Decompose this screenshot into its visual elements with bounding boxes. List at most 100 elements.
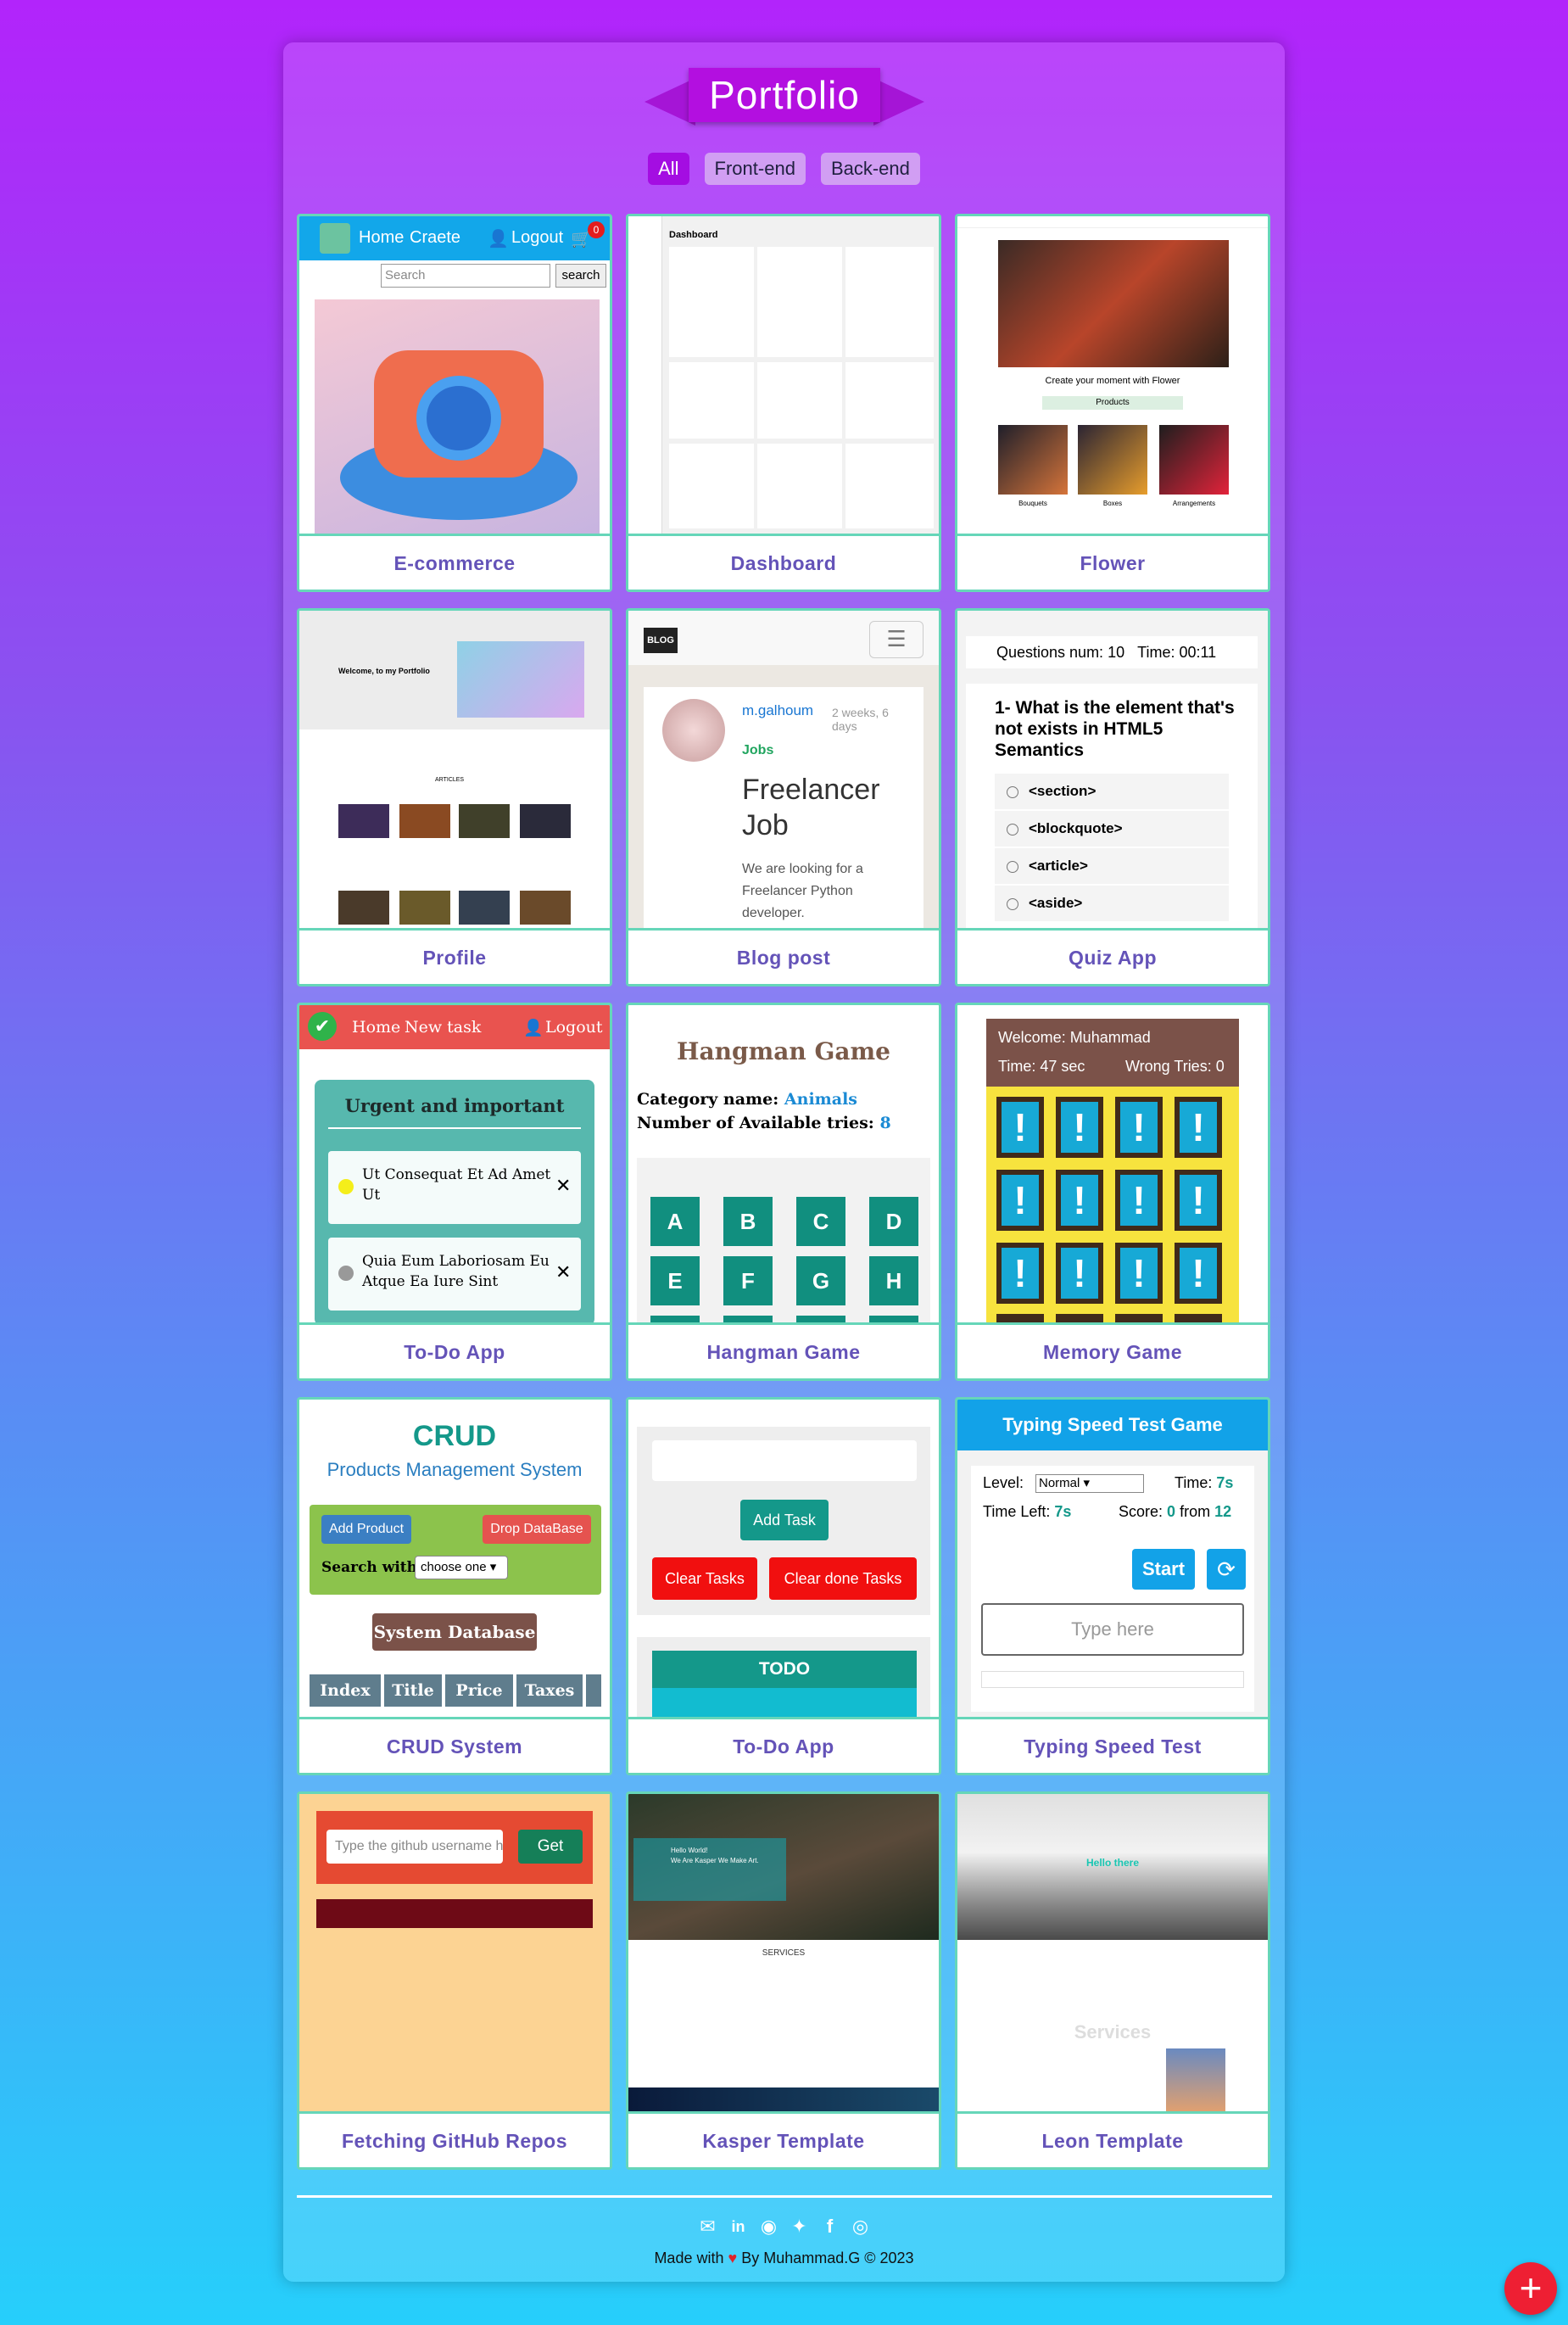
memory-tile[interactable]: ! [996, 1170, 1044, 1231]
cart-badge: 0 [588, 221, 605, 238]
todo-home-link[interactable]: Home [352, 1018, 400, 1037]
table-header: Price [445, 1674, 515, 1707]
memory-tile[interactable]: ! [1115, 1170, 1163, 1231]
letter-button[interactable]: D [869, 1197, 918, 1246]
letter-button[interactable]: F [723, 1256, 773, 1305]
blog-tag[interactable]: Jobs [742, 743, 773, 758]
project-card-crud[interactable]: CRUD Products Management System Add Prod… [297, 1397, 612, 1775]
project-card-kasper[interactable]: Hello World! We Are Kasper We Make Art. … [626, 1791, 941, 2170]
memory-tile[interactable]: ! [1175, 1243, 1222, 1304]
project-title: To-Do App [299, 1322, 610, 1378]
letter-button[interactable]: B [723, 1197, 773, 1246]
instagram-icon[interactable]: ◎ [850, 2216, 872, 2238]
memory-tile[interactable]: ! [996, 1097, 1044, 1158]
ecom-search-input[interactable]: Search [381, 264, 550, 288]
user-icon: 👤 [488, 230, 509, 249]
project-title: Quiz App [957, 928, 1268, 984]
memory-info-bar: Welcome: Muhammad Time: 47 sec Wrong Tri… [986, 1019, 1239, 1087]
radio-icon[interactable] [1007, 786, 1018, 798]
heart-icon: ♥ [728, 2250, 738, 2266]
memory-tile[interactable]: ! [1175, 1170, 1222, 1231]
start-button[interactable]: Start [1132, 1549, 1195, 1590]
project-card-profile[interactable]: Welcome, to my Portfolio ARTICLES Profil… [297, 608, 612, 986]
close-icon[interactable]: ✕ [555, 1175, 571, 1197]
filter-back-end[interactable]: Back-end [820, 153, 920, 185]
typing-title: Typing Speed Test Game [957, 1400, 1268, 1450]
project-card-github[interactable]: Type the github username h Get Fetching … [297, 1791, 612, 2170]
quiz-info: Questions num: 10 Time: 00:11 [966, 636, 1258, 668]
memory-tile[interactable]: ! [1056, 1170, 1103, 1231]
letter-button[interactable]: A [650, 1197, 700, 1246]
radio-icon[interactable] [1007, 898, 1018, 910]
add-task-button[interactable]: Add Task [740, 1500, 829, 1540]
radio-icon[interactable] [1007, 861, 1018, 873]
clear-tasks-button[interactable]: Clear Tasks [652, 1557, 757, 1600]
memory-tile[interactable]: ! [1056, 1097, 1103, 1158]
ecom-search-button[interactable]: search [555, 264, 606, 288]
project-card-typing[interactable]: Typing Speed Test Game Level: Normal ▾ T… [955, 1397, 1270, 1775]
memory-tile[interactable]: ! [1056, 1243, 1103, 1304]
quiz-option[interactable]: <aside> [995, 886, 1229, 921]
refresh-icon[interactable]: ⟳ [1207, 1549, 1246, 1590]
linkedin-icon[interactable]: in [728, 2216, 750, 2238]
get-repos-button[interactable]: Get [518, 1830, 583, 1864]
kasper-sub: We Are Kasper We Make Art. [671, 1857, 759, 1864]
project-card-hangman[interactable]: Hangman Game Category name: Animals Numb… [626, 1003, 941, 1381]
memory-tile[interactable]: ! [1115, 1243, 1163, 1304]
radio-icon[interactable] [1007, 824, 1018, 836]
filter-all[interactable]: All [648, 153, 689, 185]
email-icon[interactable]: ✉ [697, 2216, 719, 2238]
thumb-quiz: Questions num: 10 Time: 00:11 1- What is… [957, 611, 1268, 928]
twitter-icon[interactable]: ✦ [789, 2216, 811, 2238]
memory-tile[interactable]: ! [1175, 1097, 1222, 1158]
flower-tagline: Create your moment with Flower [1045, 376, 1180, 386]
typing-input[interactable]: Type here [981, 1603, 1244, 1656]
letter-button[interactable]: H [869, 1256, 918, 1305]
project-card-quiz[interactable]: Questions num: 10 Time: 00:11 1- What is… [955, 608, 1270, 986]
project-card-todo-2[interactable]: Add Task Clear Tasks Clear done Tasks TO… [626, 1397, 941, 1775]
leon-services: Services [1074, 2021, 1152, 2043]
add-button[interactable]: + [1504, 2262, 1557, 2315]
github-username-input[interactable]: Type the github username h [326, 1830, 503, 1864]
github-icon[interactable]: ◉ [758, 2216, 780, 2238]
letter-button[interactable]: G [796, 1256, 845, 1305]
clear-done-tasks-button[interactable]: Clear done Tasks [769, 1557, 917, 1600]
project-card-todo[interactable]: ✔ Home New task 👤 Logout Urgent and impo… [297, 1003, 612, 1381]
ecom-logout-link[interactable]: Logout [511, 228, 563, 248]
memory-time: Time: 47 sec [998, 1058, 1085, 1075]
project-title: To-Do App [628, 1717, 939, 1773]
hangman-tries: 8 [879, 1114, 891, 1132]
drop-database-button[interactable]: Drop DataBase [483, 1515, 591, 1544]
quiz-option[interactable]: <section> [995, 774, 1229, 809]
project-card-blog[interactable]: BLOG ☰ m.galhoum 2 weeks, 6 days Jobs Fr… [626, 608, 941, 986]
quiz-option[interactable]: <article> [995, 848, 1229, 884]
facebook-icon[interactable]: f [819, 2216, 841, 2238]
add-product-button[interactable]: Add Product [321, 1515, 411, 1544]
blog-author[interactable]: m.galhoum [742, 702, 813, 719]
memory-tile[interactable]: ! [1115, 1097, 1163, 1158]
letter-button[interactable]: C [796, 1197, 845, 1246]
thumb-flower: Create your moment with Flower Products … [957, 216, 1268, 534]
quiz-option[interactable]: <blockquote> [995, 811, 1229, 847]
social-links: ✉ in ◉ ✦ f ◎ [0, 2216, 1568, 2238]
crud-db-heading: System Database [372, 1613, 537, 1651]
hamburger-menu-icon[interactable]: ☰ [869, 621, 924, 658]
ecom-create-link[interactable]: Craete [410, 228, 460, 248]
todo-input[interactable] [652, 1440, 917, 1481]
project-card-leon[interactable]: Hello there Services Leon Template [955, 1791, 1270, 2170]
letter-button[interactable]: E [650, 1256, 700, 1305]
thumb-typing: Typing Speed Test Game Level: Normal ▾ T… [957, 1400, 1268, 1717]
ecom-home-link[interactable]: Home [359, 228, 404, 248]
typing-level-select[interactable]: Normal ▾ [1035, 1474, 1144, 1493]
close-icon[interactable]: ✕ [555, 1261, 571, 1283]
project-card-flower[interactable]: Create your moment with Flower Products … [955, 214, 1270, 592]
project-card-dashboard[interactable]: Dashboard Dashboard [626, 214, 941, 592]
project-card-ecommerce[interactable]: Home Craete 👤 Logout 🛒 0 Search search E… [297, 214, 612, 592]
project-card-memory[interactable]: Welcome: Muhammad Time: 47 sec Wrong Tri… [955, 1003, 1270, 1381]
todo-logout-link[interactable]: Logout [545, 1018, 603, 1037]
crud-search-select[interactable]: choose one ▾ [415, 1556, 508, 1579]
filter-front-end[interactable]: Front-end [704, 153, 806, 185]
todo-new-task-link[interactable]: New task [405, 1018, 481, 1037]
memory-tile[interactable]: ! [996, 1243, 1044, 1304]
memory-welcome: Welcome: Muhammad [998, 1029, 1151, 1046]
